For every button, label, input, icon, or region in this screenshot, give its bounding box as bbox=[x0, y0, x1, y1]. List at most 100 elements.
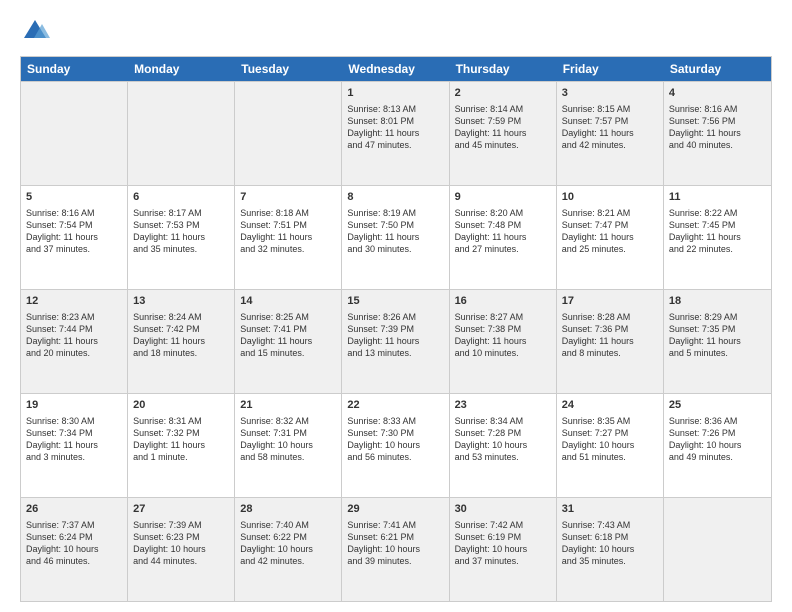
cal-cell-row1-col3: 8 Sunrise: 8:19 AMSunset: 7:50 PMDaylight… bbox=[342, 186, 449, 289]
day-info: Sunrise: 7:39 AMSunset: 6:23 PMDaylight:… bbox=[133, 519, 229, 568]
header-day-thursday: Thursday bbox=[450, 57, 557, 81]
calendar-row-0: 1 Sunrise: 8:13 AMSunset: 8:01 PMDaylight… bbox=[21, 81, 771, 185]
day-info: Sunrise: 8:34 AMSunset: 7:28 PMDaylight:… bbox=[455, 415, 551, 464]
day-number: 12 bbox=[26, 294, 122, 309]
day-info: Sunrise: 7:37 AMSunset: 6:24 PMDaylight:… bbox=[26, 519, 122, 568]
day-number: 7 bbox=[240, 190, 336, 205]
cal-cell-row1-col0: 5Sunrise: 8:16 AMSunset: 7:54 PMDaylight… bbox=[21, 186, 128, 289]
day-number: 22 bbox=[347, 398, 443, 413]
cal-cell-row0-col6: 4 Sunrise: 8:16 AMSunset: 7:56 PMDaylight… bbox=[664, 82, 771, 185]
day-number: 26 bbox=[26, 502, 122, 517]
day-number: 6 bbox=[133, 190, 229, 205]
cal-cell-row4-col1: 27 Sunrise: 7:39 AMSunset: 6:23 PMDayligh… bbox=[128, 498, 235, 601]
day-info: Sunrise: 8:21 AMSunset: 7:47 PMDaylight:… bbox=[562, 207, 658, 256]
cal-cell-row4-col2: 28 Sunrise: 7:40 AMSunset: 6:22 PMDayligh… bbox=[235, 498, 342, 601]
day-number: 3 bbox=[562, 86, 658, 101]
day-info: Sunrise: 8:13 AMSunset: 8:01 PMDaylight:… bbox=[347, 103, 443, 152]
calendar-row-4: 26 Sunrise: 7:37 AMSunset: 6:24 PMDayligh… bbox=[21, 497, 771, 601]
day-info: Sunrise: 8:24 AMSunset: 7:42 PMDaylight:… bbox=[133, 311, 229, 360]
day-number: 8 bbox=[347, 190, 443, 205]
header-day-saturday: Saturday bbox=[664, 57, 771, 81]
header-day-friday: Friday bbox=[557, 57, 664, 81]
day-number: 25 bbox=[669, 398, 766, 413]
cal-cell-row0-col2 bbox=[235, 82, 342, 185]
cal-cell-row1-col6: 11 Sunrise: 8:22 AMSunset: 7:45 PMDayligh… bbox=[664, 186, 771, 289]
day-number: 5 bbox=[26, 190, 122, 205]
header-day-wednesday: Wednesday bbox=[342, 57, 449, 81]
day-number: 10 bbox=[562, 190, 658, 205]
day-number: 27 bbox=[133, 502, 229, 517]
day-info: Sunrise: 8:32 AMSunset: 7:31 PMDaylight:… bbox=[240, 415, 336, 464]
header bbox=[20, 16, 772, 46]
day-info: Sunrise: 8:16 AMSunset: 7:56 PMDaylight:… bbox=[669, 103, 766, 152]
day-info: Sunrise: 8:18 AMSunset: 7:51 PMDaylight:… bbox=[240, 207, 336, 256]
cal-cell-row3-col0: 19 Sunrise: 8:30 AMSunset: 7:34 PMDayligh… bbox=[21, 394, 128, 497]
day-info: Sunrise: 8:26 AMSunset: 7:39 PMDaylight:… bbox=[347, 311, 443, 360]
day-number: 19 bbox=[26, 398, 122, 413]
header-day-tuesday: Tuesday bbox=[235, 57, 342, 81]
day-info: Sunrise: 8:35 AMSunset: 7:27 PMDaylight:… bbox=[562, 415, 658, 464]
day-info: Sunrise: 8:23 AMSunset: 7:44 PMDaylight:… bbox=[26, 311, 122, 360]
calendar-row-1: 5Sunrise: 8:16 AMSunset: 7:54 PMDaylight… bbox=[21, 185, 771, 289]
cal-cell-row0-col5: 3 Sunrise: 8:15 AMSunset: 7:57 PMDaylight… bbox=[557, 82, 664, 185]
cal-cell-row3-col1: 20Sunrise: 8:31 AMSunset: 7:32 PMDayligh… bbox=[128, 394, 235, 497]
day-info: Sunrise: 8:27 AMSunset: 7:38 PMDaylight:… bbox=[455, 311, 551, 360]
day-number: 23 bbox=[455, 398, 551, 413]
day-number: 2 bbox=[455, 86, 551, 101]
cal-cell-row3-col5: 24Sunrise: 8:35 AMSunset: 7:27 PMDayligh… bbox=[557, 394, 664, 497]
day-number: 1 bbox=[347, 86, 443, 101]
day-number: 28 bbox=[240, 502, 336, 517]
logo-icon bbox=[20, 16, 50, 46]
day-info: Sunrise: 8:28 AMSunset: 7:36 PMDaylight:… bbox=[562, 311, 658, 360]
calendar: SundayMondayTuesdayWednesdayThursdayFrid… bbox=[20, 56, 772, 602]
logo bbox=[20, 16, 54, 46]
day-info: Sunrise: 8:22 AMSunset: 7:45 PMDaylight:… bbox=[669, 207, 766, 256]
cal-cell-row4-col0: 26 Sunrise: 7:37 AMSunset: 6:24 PMDayligh… bbox=[21, 498, 128, 601]
cal-cell-row3-col3: 22 Sunrise: 8:33 AMSunset: 7:30 PMDayligh… bbox=[342, 394, 449, 497]
day-number: 4 bbox=[669, 86, 766, 101]
cal-cell-row0-col1 bbox=[128, 82, 235, 185]
cal-cell-row4-col4: 30 Sunrise: 7:42 AMSunset: 6:19 PMDayligh… bbox=[450, 498, 557, 601]
day-number: 18 bbox=[669, 294, 766, 309]
day-number: 16 bbox=[455, 294, 551, 309]
cal-cell-row0-col0 bbox=[21, 82, 128, 185]
day-info: Sunrise: 7:42 AMSunset: 6:19 PMDaylight:… bbox=[455, 519, 551, 568]
day-number: 31 bbox=[562, 502, 658, 517]
day-info: Sunrise: 8:15 AMSunset: 7:57 PMDaylight:… bbox=[562, 103, 658, 152]
cal-cell-row2-col6: 18 Sunrise: 8:29 AMSunset: 7:35 PMDayligh… bbox=[664, 290, 771, 393]
day-info: Sunrise: 8:33 AMSunset: 7:30 PMDaylight:… bbox=[347, 415, 443, 464]
day-info: Sunrise: 8:19 AMSunset: 7:50 PMDaylight:… bbox=[347, 207, 443, 256]
cal-cell-row4-col6 bbox=[664, 498, 771, 601]
cal-cell-row2-col1: 13 Sunrise: 8:24 AMSunset: 7:42 PMDayligh… bbox=[128, 290, 235, 393]
day-number: 20 bbox=[133, 398, 229, 413]
header-day-monday: Monday bbox=[128, 57, 235, 81]
cal-cell-row2-col3: 15Sunrise: 8:26 AMSunset: 7:39 PMDayligh… bbox=[342, 290, 449, 393]
page: SundayMondayTuesdayWednesdayThursdayFrid… bbox=[0, 0, 792, 612]
day-info: Sunrise: 7:41 AMSunset: 6:21 PMDaylight:… bbox=[347, 519, 443, 568]
calendar-header: SundayMondayTuesdayWednesdayThursdayFrid… bbox=[21, 57, 771, 81]
calendar-body: 1 Sunrise: 8:13 AMSunset: 8:01 PMDaylight… bbox=[21, 81, 771, 601]
day-info: Sunrise: 8:29 AMSunset: 7:35 PMDaylight:… bbox=[669, 311, 766, 360]
day-number: 11 bbox=[669, 190, 766, 205]
day-number: 13 bbox=[133, 294, 229, 309]
cal-cell-row4-col5: 31 Sunrise: 7:43 AMSunset: 6:18 PMDayligh… bbox=[557, 498, 664, 601]
cal-cell-row1-col5: 10 Sunrise: 8:21 AMSunset: 7:47 PMDayligh… bbox=[557, 186, 664, 289]
cal-cell-row0-col3: 1 Sunrise: 8:13 AMSunset: 8:01 PMDaylight… bbox=[342, 82, 449, 185]
day-number: 17 bbox=[562, 294, 658, 309]
calendar-row-2: 12 Sunrise: 8:23 AMSunset: 7:44 PMDayligh… bbox=[21, 289, 771, 393]
cal-cell-row3-col6: 25Sunrise: 8:36 AMSunset: 7:26 PMDayligh… bbox=[664, 394, 771, 497]
day-info: Sunrise: 8:30 AMSunset: 7:34 PMDaylight:… bbox=[26, 415, 122, 464]
day-number: 9 bbox=[455, 190, 551, 205]
day-info: Sunrise: 7:43 AMSunset: 6:18 PMDaylight:… bbox=[562, 519, 658, 568]
cal-cell-row4-col3: 29Sunrise: 7:41 AMSunset: 6:21 PMDayligh… bbox=[342, 498, 449, 601]
cal-cell-row2-col4: 16 Sunrise: 8:27 AMSunset: 7:38 PMDayligh… bbox=[450, 290, 557, 393]
cal-cell-row1-col1: 6Sunrise: 8:17 AMSunset: 7:53 PMDaylight… bbox=[128, 186, 235, 289]
cal-cell-row1-col4: 9Sunrise: 8:20 AMSunset: 7:48 PMDaylight… bbox=[450, 186, 557, 289]
calendar-row-3: 19 Sunrise: 8:30 AMSunset: 7:34 PMDayligh… bbox=[21, 393, 771, 497]
cal-cell-row2-col0: 12 Sunrise: 8:23 AMSunset: 7:44 PMDayligh… bbox=[21, 290, 128, 393]
day-info: Sunrise: 7:40 AMSunset: 6:22 PMDaylight:… bbox=[240, 519, 336, 568]
day-number: 30 bbox=[455, 502, 551, 517]
cal-cell-row3-col2: 21Sunrise: 8:32 AMSunset: 7:31 PMDayligh… bbox=[235, 394, 342, 497]
day-number: 14 bbox=[240, 294, 336, 309]
cal-cell-row3-col4: 23 Sunrise: 8:34 AMSunset: 7:28 PMDayligh… bbox=[450, 394, 557, 497]
